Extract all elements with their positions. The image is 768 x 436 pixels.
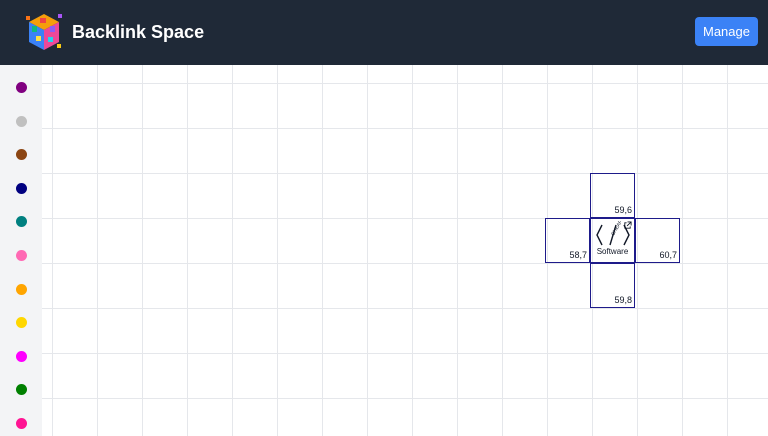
cube-logo-icon (26, 14, 62, 50)
color-swatch[interactable] (16, 182, 27, 194)
color-swatch[interactable] (16, 317, 27, 329)
color-swatch[interactable] (16, 418, 27, 429)
grid-cell-right[interactable]: 60,7 (635, 218, 680, 263)
cell-coordinate-label: 59,6 (614, 205, 632, 215)
grid-cell-center[interactable]: CHEAP Software (590, 218, 635, 263)
grid-cell-left[interactable]: 58,7 (545, 218, 590, 263)
color-swatch[interactable] (16, 250, 27, 261)
app-header: Backlink Space Manage (0, 0, 768, 65)
color-swatch[interactable] (16, 82, 27, 93)
manage-button[interactable]: Manage (695, 17, 758, 46)
app-title: Backlink Space (72, 22, 205, 42)
color-swatch[interactable] (16, 384, 27, 396)
external-link-icon[interactable] (623, 221, 632, 230)
color-swatch[interactable] (16, 115, 27, 127)
cell-coordinate-label: 60,7 (659, 250, 677, 260)
cell-coordinate-label: 59,8 (614, 295, 632, 305)
color-swatch[interactable] (16, 350, 27, 362)
grid-cell-bottom[interactable]: 59,8 (590, 263, 635, 308)
grid-cell-top[interactable]: 59,6 (590, 173, 635, 218)
cell-site-label: Software (596, 247, 629, 256)
color-swatch[interactable] (16, 149, 27, 161)
color-swatch[interactable] (16, 216, 27, 228)
backlink-grid[interactable]: 59,6 58,7 CHEAP Software 60,7 59,8 (42, 65, 768, 436)
color-swatch[interactable] (16, 283, 27, 295)
cell-coordinate-label: 58,7 (569, 250, 587, 260)
color-palette-sidebar (0, 65, 42, 436)
